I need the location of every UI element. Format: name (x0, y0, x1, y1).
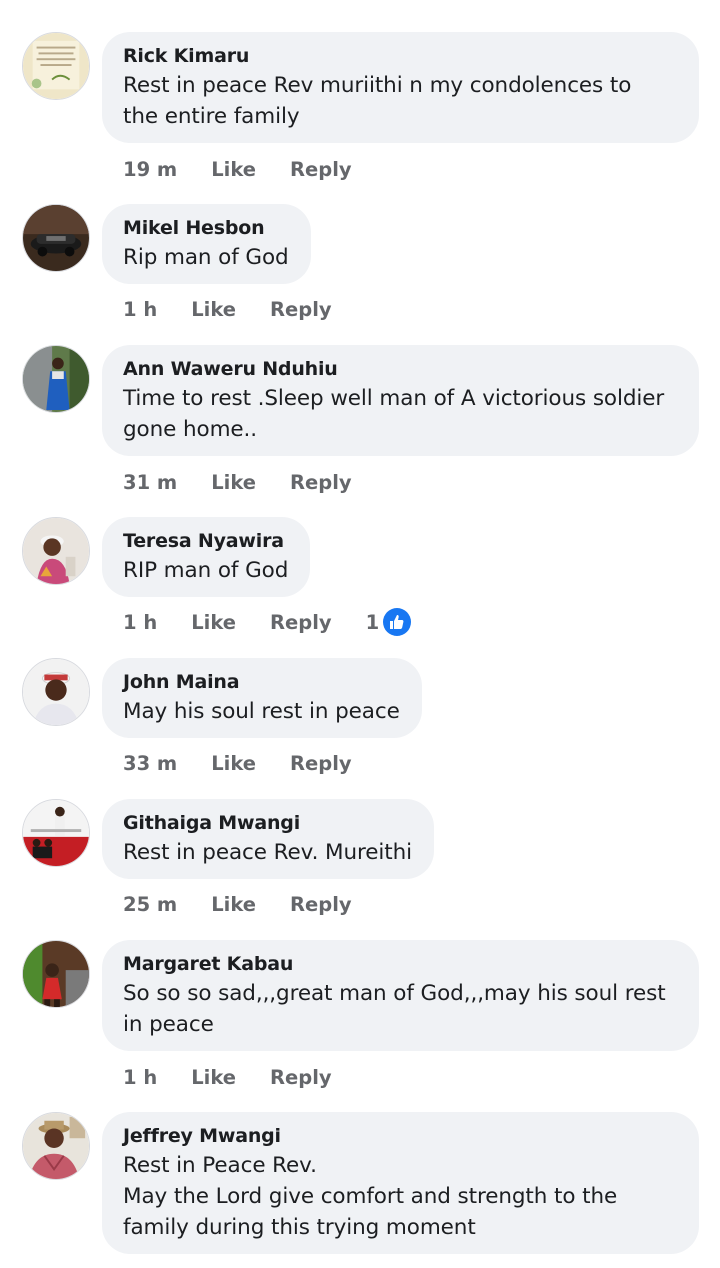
comment-actions: 25 m Like Reply (123, 890, 352, 918)
reply-button[interactable]: Reply (270, 1066, 332, 1089)
commenter-name[interactable]: Margaret Kabau (123, 950, 677, 978)
avatar[interactable] (22, 658, 90, 726)
timestamp[interactable]: 33 m (123, 752, 177, 775)
comment-text: Rest in Peace Rev. May the Lord give com… (123, 1153, 618, 1240)
avatar[interactable] (22, 799, 90, 867)
reaction-count[interactable]: 1 (366, 611, 380, 634)
comment-bubble: Rick Kimaru Rest in peace Rev muriithi n… (102, 32, 699, 143)
timestamp[interactable]: 1 h (123, 1066, 157, 1089)
like-button[interactable]: Like (191, 1066, 236, 1089)
comment-text: Rest in peace Rev. Mureithi (123, 840, 413, 865)
comment-text: Rip man of God (123, 245, 289, 270)
reply-button[interactable]: Reply (290, 893, 352, 916)
like-button[interactable]: Like (211, 471, 256, 494)
timestamp[interactable]: 31 m (123, 471, 177, 494)
commenter-name[interactable]: Githaiga Mwangi (123, 809, 412, 837)
avatar[interactable] (22, 1112, 90, 1180)
like-button[interactable]: Like (191, 611, 236, 634)
comment-bubble: Ann Waweru Nduhiu Time to rest .Sleep we… (102, 345, 699, 456)
commenter-name[interactable]: Jeffrey Mwangi (123, 1122, 677, 1150)
comment-text: Rest in peace Rev muriithi n my condolen… (123, 73, 632, 129)
comment-text: So so so sad,,,great man of God,,,may hi… (123, 981, 666, 1037)
comment-bubble: Mikel Hesbon Rip man of God (102, 204, 311, 284)
comment-actions: 1 h Like Reply (123, 1063, 332, 1091)
avatar[interactable] (22, 345, 90, 413)
reply-button[interactable]: Reply (290, 158, 352, 181)
timestamp[interactable]: 1 h (123, 611, 157, 634)
comment-bubble: John Maina May his soul rest in peace (102, 658, 422, 738)
commenter-name[interactable]: Rick Kimaru (123, 42, 677, 70)
timestamp[interactable]: 1 h (123, 298, 157, 321)
comment-actions: 19 m Like Reply (123, 155, 352, 183)
comment-actions: 33 m Like Reply (123, 749, 352, 777)
avatar[interactable] (22, 940, 90, 1008)
comment-bubble: Jeffrey Mwangi Rest in Peace Rev. May th… (102, 1112, 699, 1254)
comment-actions: 31 m Like Reply (123, 468, 352, 496)
comment-bubble: Teresa Nyawira RIP man of God (102, 517, 311, 597)
avatar[interactable] (22, 204, 90, 272)
like-button[interactable]: Like (191, 298, 236, 321)
comment-bubble: Margaret Kabau So so so sad,,,great man … (102, 940, 699, 1051)
commenter-name[interactable]: Mikel Hesbon (123, 214, 289, 242)
like-button[interactable]: Like (211, 158, 256, 181)
timestamp[interactable]: 19 m (123, 158, 177, 181)
avatar[interactable] (22, 517, 90, 585)
comment-text: RIP man of God (123, 558, 289, 583)
avatar[interactable] (22, 32, 90, 100)
like-button[interactable]: Like (211, 752, 256, 775)
timestamp[interactable]: 25 m (123, 893, 177, 916)
reply-button[interactable]: Reply (290, 471, 352, 494)
thumbs-up-icon[interactable] (383, 608, 412, 636)
commenter-name[interactable]: John Maina (123, 668, 400, 696)
commenter-name[interactable]: Ann Waweru Nduhiu (123, 355, 677, 383)
comment-actions: 1 h Like Reply (123, 295, 332, 323)
reply-button[interactable]: Reply (270, 611, 332, 634)
reply-button[interactable]: Reply (290, 752, 352, 775)
comment-text: May his soul rest in peace (123, 699, 400, 724)
comment-text: Time to rest .Sleep well man of A victor… (123, 386, 665, 442)
commenter-name[interactable]: Teresa Nyawira (123, 527, 288, 555)
comment-actions: 1 h Like Reply 1 (123, 608, 412, 636)
like-button[interactable]: Like (211, 893, 256, 916)
reply-button[interactable]: Reply (270, 298, 332, 321)
comment-bubble: Githaiga Mwangi Rest in peace Rev. Murei… (102, 799, 435, 879)
